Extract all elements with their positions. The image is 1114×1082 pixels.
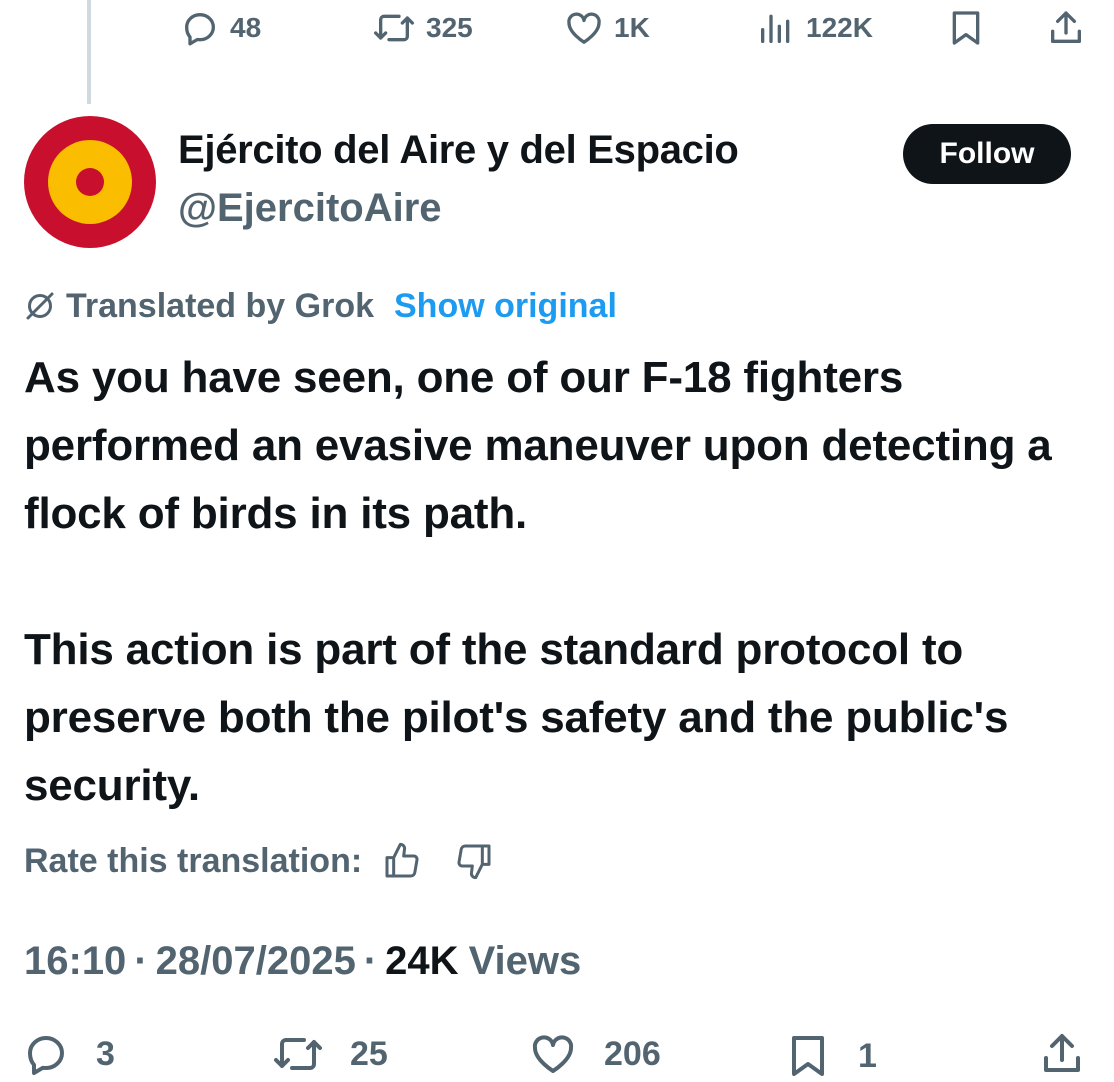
parent-tweet-action-bar: 48 325 1K 122K	[0, 0, 1114, 56]
parent-reply-button[interactable]: 48	[180, 8, 261, 48]
reply-icon	[180, 8, 220, 48]
thumbs-up-button[interactable]	[382, 841, 422, 881]
parent-like-button[interactable]: 1K	[564, 8, 650, 48]
share-icon	[1038, 1030, 1086, 1078]
thumbs-down-button[interactable]	[454, 841, 494, 881]
meta-separator: ·	[134, 938, 148, 983]
tweet-paragraph: This action is part of the standard prot…	[24, 625, 1009, 810]
repost-icon	[272, 1030, 324, 1078]
tweet-action-bar: 3 25 206 1	[0, 1024, 1114, 1080]
thumbs-down-icon	[457, 844, 491, 880]
bookmark-icon	[784, 1030, 832, 1082]
translated-by-label: Translated by Grok	[66, 286, 374, 325]
parent-repost-button[interactable]: 325	[372, 8, 473, 48]
bookmark-button[interactable]: 1	[784, 1030, 877, 1082]
parent-bookmark-button[interactable]	[946, 8, 986, 48]
repost-icon	[372, 8, 416, 48]
roundel-logo-icon	[24, 116, 156, 248]
repost-count: 25	[350, 1034, 388, 1073]
heart-icon	[528, 1030, 578, 1078]
heart-icon	[564, 8, 604, 48]
views-count: 24K	[385, 938, 459, 983]
author-handle[interactable]: @EjercitoAire	[178, 186, 442, 231]
parent-views-count: 122K	[806, 12, 873, 43]
share-button[interactable]	[1038, 1030, 1086, 1078]
like-button[interactable]: 206	[528, 1030, 661, 1078]
share-icon	[1046, 8, 1086, 48]
repost-button[interactable]: 25	[272, 1030, 388, 1078]
follow-button[interactable]: Follow	[903, 124, 1071, 184]
reply-icon	[22, 1030, 70, 1078]
parent-like-count: 1K	[614, 12, 650, 43]
parent-repost-count: 325	[426, 12, 473, 43]
tweet-text: As you have seen, one of our F-18 fighte…	[24, 344, 1094, 820]
thumbs-up-icon	[385, 842, 419, 878]
views-label: Views	[468, 938, 582, 983]
parent-share-button[interactable]	[1046, 8, 1086, 48]
author-avatar[interactable]	[24, 116, 156, 248]
tweet-meta: 16:10 · 28/07/2025 · 24K Views	[24, 934, 581, 988]
show-original-link[interactable]: Show original	[394, 287, 617, 326]
analytics-icon	[756, 8, 796, 48]
meta-separator: ·	[363, 938, 378, 983]
grok-icon	[22, 288, 58, 324]
tweet-date[interactable]: 28/07/2025	[156, 939, 356, 984]
rate-translation-row: Rate this translation:	[24, 836, 494, 886]
bookmark-icon	[946, 8, 986, 48]
like-count: 206	[604, 1034, 661, 1073]
rate-translation-label: Rate this translation:	[24, 841, 363, 880]
tweet-paragraph: As you have seen, one of our F-18 fighte…	[24, 353, 1052, 538]
parent-views-button[interactable]: 122K	[756, 8, 873, 48]
parent-reply-count: 48	[230, 12, 262, 43]
translation-notice: Translated by Grok Show original	[22, 284, 617, 328]
tweet-time[interactable]: 16:10	[24, 939, 126, 984]
author-display-name[interactable]: Ejército del Aire y del Espacio	[178, 128, 739, 173]
reply-button[interactable]: 3	[22, 1030, 115, 1078]
bookmark-count: 1	[858, 1036, 877, 1075]
reply-count: 3	[96, 1034, 115, 1073]
